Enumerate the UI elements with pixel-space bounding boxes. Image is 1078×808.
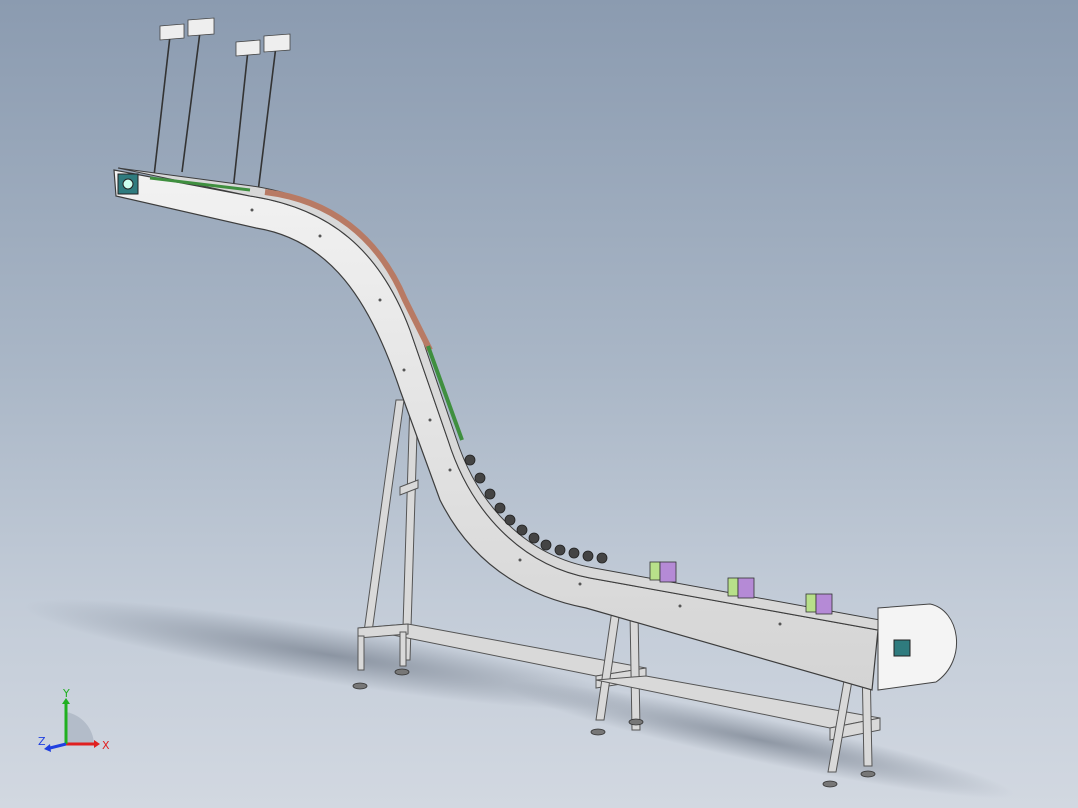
- triad-base-wedge: [66, 712, 94, 744]
- coordinate-triad: X Y Z: [38, 688, 110, 752]
- z-axis-line: [49, 742, 67, 750]
- tail-drive-motor: [893, 639, 911, 657]
- conveyor-model[interactable]: [0, 0, 1078, 808]
- head-drive-hub: [122, 178, 134, 190]
- x-axis-label: X: [102, 739, 110, 752]
- cad-viewport[interactable]: X Y Z: [0, 0, 1078, 808]
- x-axis-arrow: [94, 740, 100, 748]
- y-axis-label: Y: [62, 688, 70, 700]
- conveyor-side-panel: [113, 169, 879, 691]
- z-axis-label: Z: [38, 735, 46, 748]
- tail-drum-housing: [877, 603, 958, 691]
- hanger-brackets: [159, 17, 291, 57]
